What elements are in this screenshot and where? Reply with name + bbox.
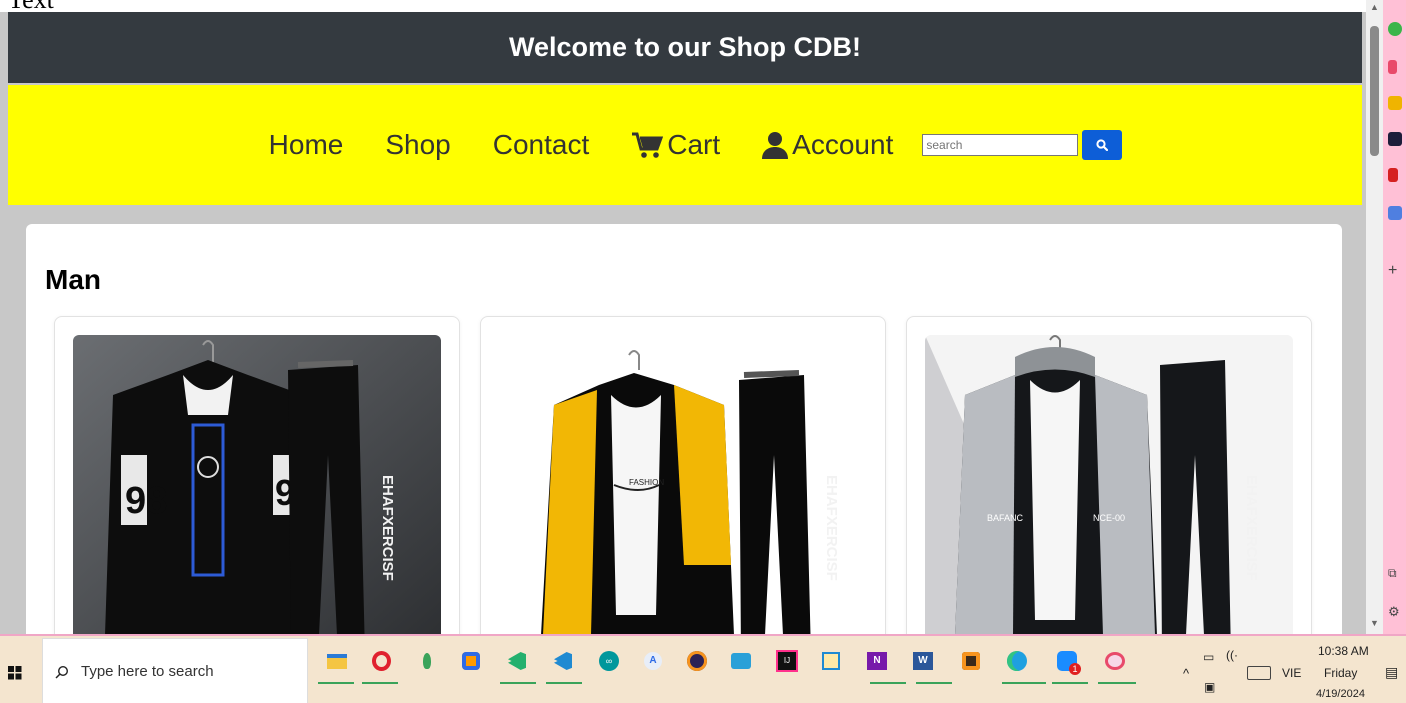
svg-text:EHAFXERCISF: EHAFXERCISF — [1243, 475, 1260, 581]
clock-time[interactable]: 10:38 AM — [1318, 644, 1369, 658]
sidebar-app-icon[interactable] — [1388, 60, 1397, 74]
clock-day[interactable]: Friday — [1324, 666, 1357, 680]
search-icon — [55, 665, 69, 679]
edge-sidebar: + ⧉ ⚙ — [1383, 0, 1406, 634]
app-hexagon-icon[interactable] — [456, 646, 486, 676]
product-image[interactable]: 98 9 EHAFXERCISF — [73, 335, 441, 634]
sidebar-app-icon[interactable] — [1388, 168, 1398, 182]
intellij-icon[interactable]: IJ — [772, 646, 802, 676]
edge-browser-icon[interactable] — [1002, 646, 1032, 676]
svg-text:98: 98 — [125, 480, 167, 522]
search-input[interactable] — [922, 134, 1079, 156]
page-scrollbar[interactable]: ▲ ▼ — [1366, 0, 1383, 634]
cut-off-heading: Text — [0, 0, 1366, 12]
notification-badge: 1 — [1069, 663, 1081, 675]
mongodb-icon[interactable] — [412, 646, 442, 676]
battery-icon[interactable]: ▭ — [1203, 650, 1214, 664]
scroll-up-icon[interactable]: ▲ — [1369, 2, 1380, 12]
nav-cart-label: Cart — [667, 129, 721, 160]
site-title: Welcome to our Shop CDB! — [508, 32, 861, 62]
vscode-icon[interactable] — [548, 646, 578, 676]
gear-icon[interactable]: ⚙ — [1388, 604, 1400, 620]
taskbar-search-placeholder: Type here to search — [81, 663, 214, 680]
app-cubes-icon[interactable] — [726, 646, 756, 676]
svg-text:FASHION: FASHION — [629, 478, 664, 487]
split-screen-icon[interactable]: ⧉ — [1388, 566, 1397, 581]
sidebar-app-icon[interactable] — [1388, 96, 1402, 110]
scroll-thumb[interactable] — [1370, 26, 1379, 156]
main-nav: Home Shop Contact Cart Account — [8, 85, 1362, 205]
opera-icon[interactable] — [366, 646, 396, 676]
add-icon[interactable]: + — [1388, 262, 1397, 280]
product-image[interactable]: BAFANC NCE-00 EHAFXERCISF — [925, 335, 1293, 634]
svg-text:BAFANC: BAFANC — [987, 513, 1024, 523]
site-header: Welcome to our Shop CDB! — [8, 12, 1362, 83]
chevron-up-icon[interactable]: ^ — [1183, 666, 1189, 681]
product-card[interactable]: FASHION EHAFXERCISF — [480, 316, 886, 634]
meet-now-icon[interactable]: ▣ — [1204, 680, 1215, 694]
product-card[interactable]: 98 9 EHAFXERCISF — [54, 316, 460, 634]
snipping-tool-icon[interactable] — [816, 646, 846, 676]
search-form — [922, 130, 1123, 160]
sidebar-app-icon[interactable] — [1388, 206, 1402, 220]
nav-shop-label: Shop — [385, 129, 451, 160]
sidebar-app-icon[interactable] — [1388, 22, 1402, 36]
nav-account-label: Account — [792, 129, 894, 160]
word-icon[interactable]: W — [908, 646, 938, 676]
app-box-icon[interactable] — [956, 646, 986, 676]
product-image[interactable]: FASHION EHAFXERCISF — [499, 335, 867, 634]
onenote-icon[interactable]: N — [862, 646, 892, 676]
clock-date[interactable]: 4/19/2024 — [1316, 688, 1365, 700]
notifications-icon[interactable]: ▤ — [1385, 664, 1398, 681]
keyboard-icon[interactable] — [1247, 666, 1271, 680]
paint-icon[interactable] — [1100, 646, 1130, 676]
cart-icon — [632, 132, 664, 158]
taskbar-search[interactable]: Type here to search — [42, 638, 308, 703]
browser-viewport: Welcome to our Shop CDB! Home Shop Conta… — [0, 12, 1366, 634]
file-explorer-icon[interactable] — [322, 646, 352, 676]
sidebar-app-icon[interactable] — [1388, 132, 1402, 146]
svg-text:EHAFXERCISF: EHAFXERCISF — [823, 475, 840, 581]
windows-start-icon[interactable] — [8, 666, 22, 680]
svg-text:EHAFXERCISF: EHAFXERCISF — [379, 475, 396, 581]
nav-shop[interactable]: Shop — [385, 129, 450, 161]
language-indicator[interactable]: VIE — [1282, 666, 1301, 680]
search-button[interactable] — [1082, 130, 1123, 160]
arduino-icon[interactable]: ∞ — [594, 646, 624, 676]
windows-taskbar: Type here to search ∞ A IJ N W 1 ^ ▭ ((·… — [0, 634, 1406, 703]
nav-cart[interactable]: Cart — [631, 129, 720, 161]
user-icon — [762, 132, 789, 159]
products-panel: Man 98 9 EHAFXERCISF FASHION EHAFXERCISF… — [26, 224, 1342, 634]
vscode-insiders-icon[interactable] — [502, 646, 532, 676]
nav-account[interactable]: Account — [762, 129, 893, 161]
nav-contact-label: Contact — [492, 129, 590, 160]
svg-text:NCE-00: NCE-00 — [1093, 513, 1125, 523]
nav-home-label: Home — [268, 129, 344, 160]
section-title: Man — [45, 264, 101, 295]
nav-contact[interactable]: Contact — [493, 129, 590, 161]
scroll-down-icon[interactable]: ▼ — [1369, 618, 1380, 628]
search-icon — [1096, 139, 1109, 151]
nav-home[interactable]: Home — [269, 129, 344, 161]
zalo-icon[interactable]: 1 — [1052, 646, 1082, 676]
app-a-icon[interactable]: A — [638, 646, 668, 676]
product-card[interactable]: BAFANC NCE-00 EHAFXERCISF — [906, 316, 1312, 634]
eclipse-icon[interactable] — [682, 646, 712, 676]
wifi-icon[interactable]: ((· — [1226, 648, 1238, 662]
